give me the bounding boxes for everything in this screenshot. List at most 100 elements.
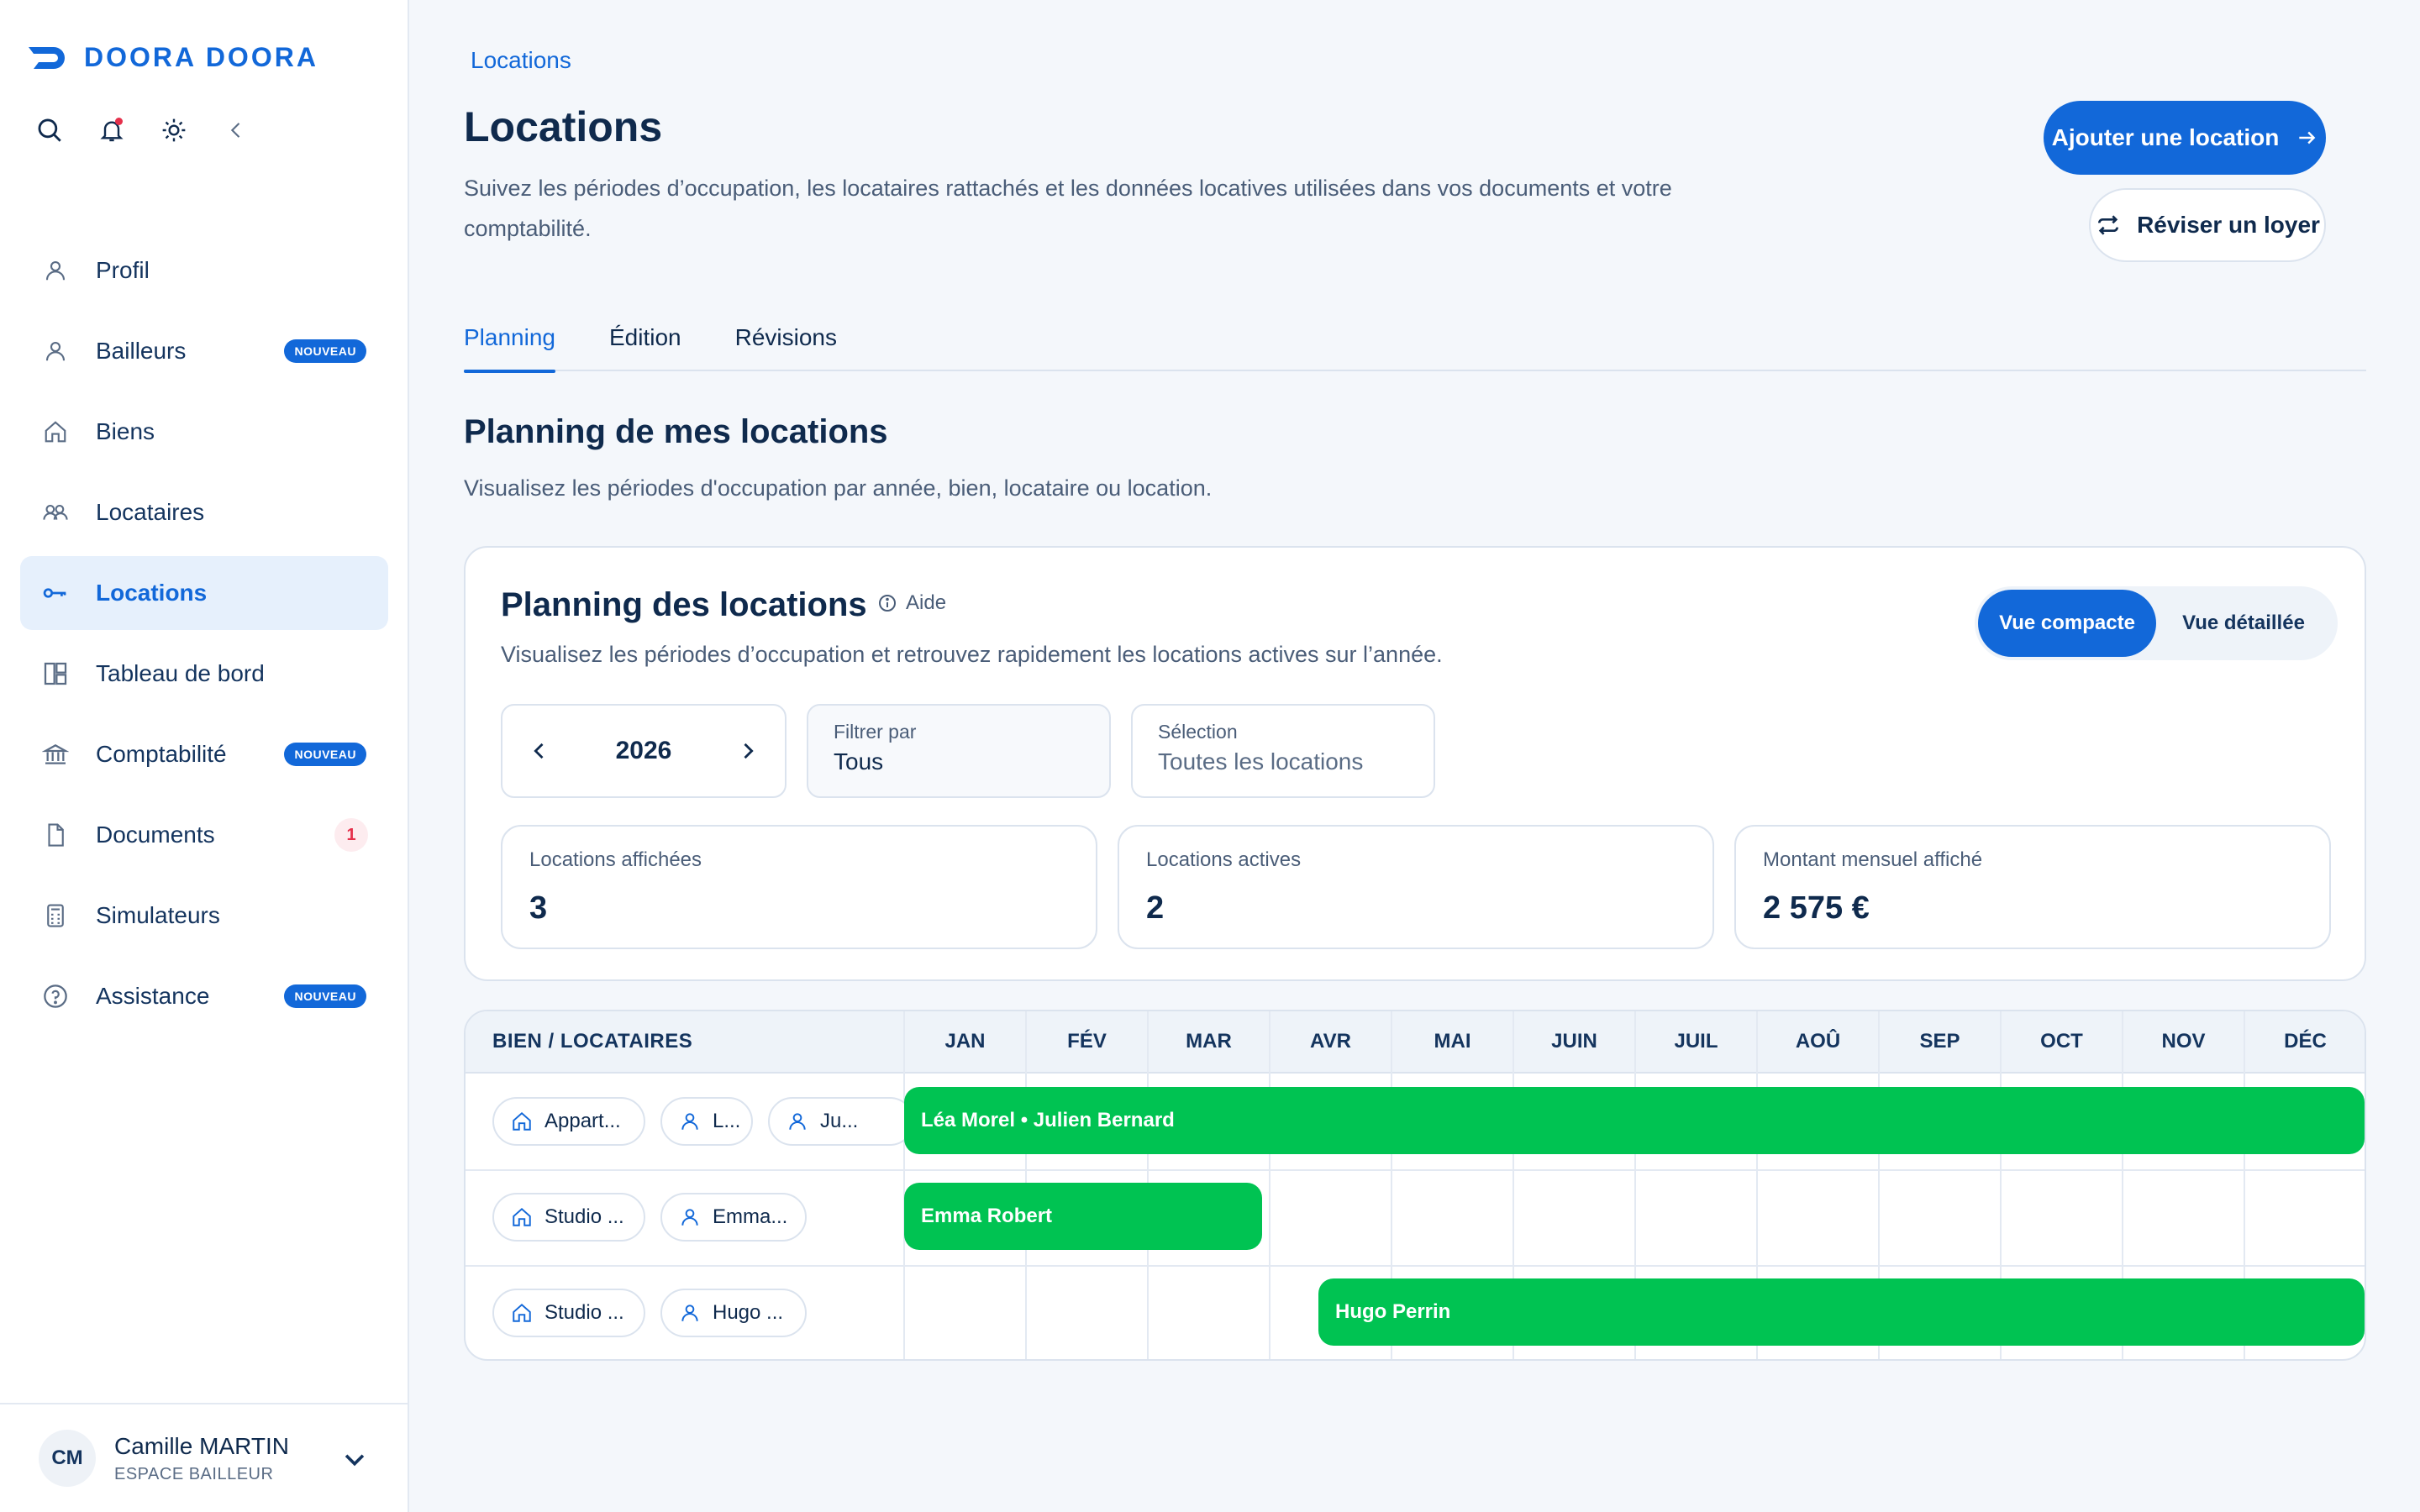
- gantt-header: BIEN / LOCATAIRES JAN FÉV MAR AVR MAI JUIN JUI…: [466, 1011, 2365, 1074]
- filter-value: Tous: [834, 748, 884, 774]
- lease-bar-label: Emma Robert: [921, 1205, 1053, 1227]
- chevron-left-icon: [230, 123, 240, 138]
- arrow-right-icon: [2299, 131, 2316, 144]
- user-menu[interactable]: CM Camille MARTIN ESPACE BAILLEUR: [0, 1403, 408, 1512]
- add-location-label: Ajouter une location: [2051, 124, 2280, 150]
- add-location-button[interactable]: Ajouter une location: [2044, 101, 2326, 175]
- kpi-value: 2: [1146, 890, 1165, 926]
- tenant-chip[interactable]: Ju...: [768, 1097, 914, 1146]
- property-chip[interactable]: Studio ...: [492, 1289, 645, 1337]
- lease-bar[interactable]: Léa Morel • Julien Bernard: [904, 1087, 2365, 1154]
- tab-edition[interactable]: Édition: [609, 312, 681, 371]
- search-button[interactable]: [34, 114, 66, 146]
- month-header: JUIL: [1674, 1030, 1718, 1053]
- tenant-chip[interactable]: Emma...: [660, 1193, 807, 1242]
- selection-select[interactable]: Sélection Toutes les locations: [1131, 704, 1435, 798]
- lease-bar-label: Hugo Perrin: [1335, 1300, 1451, 1323]
- month-header: JAN: [944, 1030, 986, 1053]
- revise-rent-label: Réviser un loyer: [2137, 212, 2320, 238]
- revise-rent-button[interactable]: Réviser un loyer: [2089, 188, 2326, 262]
- property-chip[interactable]: Studio ...: [492, 1193, 645, 1242]
- logo-icon: [29, 46, 65, 69]
- user-icon: [40, 336, 71, 366]
- theme-toggle[interactable]: [158, 114, 190, 146]
- sidebar-item-assistance[interactable]: Assistance NOUVEAU: [20, 959, 388, 1033]
- bank-icon: [40, 739, 71, 769]
- new-badge: NOUVEAU: [284, 743, 366, 766]
- breadcrumb[interactable]: Locations: [471, 47, 571, 74]
- info-icon: [879, 595, 896, 612]
- row-divider: [466, 1265, 2365, 1267]
- sidebar-item-tableau-de-bord[interactable]: Tableau de bord: [20, 637, 388, 711]
- sidebar-item-locataires[interactable]: Locataires: [20, 475, 388, 549]
- month-header: FÉV: [1067, 1030, 1107, 1053]
- sidebar-item-label: Profil: [96, 257, 150, 283]
- tenant-chip[interactable]: L...: [660, 1097, 753, 1146]
- tab-planning[interactable]: Planning: [464, 312, 555, 373]
- new-badge: NOUVEAU: [284, 339, 366, 363]
- documents-count-badge: 1: [334, 818, 368, 852]
- selection-value: Toutes les locations: [1158, 748, 1364, 774]
- kpi-card: Locations affichées 3: [501, 825, 1097, 949]
- grid-line: [2365, 1011, 2366, 1359]
- month-header: NOV: [2161, 1030, 2206, 1053]
- avatar: CM: [39, 1430, 96, 1487]
- home-icon: [511, 1302, 533, 1324]
- kpi-label: Locations affichées: [529, 848, 702, 871]
- section-description: Visualisez les périodes d'occupation par…: [464, 475, 1213, 501]
- home-icon: [511, 1206, 533, 1228]
- kpi-card: Locations actives 2: [1118, 825, 1714, 949]
- month-header: AOÛ: [1795, 1030, 1841, 1053]
- sidebar-item-documents[interactable]: Documents 1: [20, 798, 388, 872]
- property-chip[interactable]: Appart...: [492, 1097, 645, 1146]
- user-icon: [679, 1110, 701, 1132]
- month-header: MAR: [1186, 1030, 1232, 1053]
- section-title: Planning de mes locations: [464, 413, 888, 450]
- tab-revisions[interactable]: Révisions: [735, 312, 837, 371]
- home-icon: [40, 417, 71, 447]
- collapse-sidebar-button[interactable]: [220, 114, 252, 146]
- month-header: DÉC: [2284, 1030, 2327, 1053]
- chip-label: Ju...: [820, 1110, 859, 1132]
- month-header: JUIN: [1551, 1030, 1597, 1053]
- kpi-label: Locations actives: [1146, 848, 1302, 871]
- sidebar-item-simulateurs[interactable]: Simulateurs: [20, 879, 388, 953]
- month-header: MAI: [1434, 1030, 1471, 1053]
- lease-bar[interactable]: Hugo Perrin: [1318, 1278, 2365, 1346]
- sidebar-tools: [34, 114, 252, 146]
- grid-line: [1269, 1011, 1270, 1359]
- user-icon: [679, 1206, 701, 1228]
- user-role: ESPACE BAILLEUR: [114, 1464, 274, 1483]
- sidebar-item-comptabilite[interactable]: Comptabilité NOUVEAU: [20, 717, 388, 791]
- notifications-button[interactable]: [96, 114, 128, 146]
- sidebar-item-bailleurs[interactable]: Bailleurs NOUVEAU: [20, 314, 388, 388]
- tab-bar: Planning Édition Révisions: [464, 312, 2366, 373]
- kpi-value: 3: [529, 890, 548, 926]
- refresh-icon: [2098, 215, 2119, 235]
- sidebar-item-label: Locations: [96, 580, 208, 606]
- chevron-down-icon[interactable]: [340, 1445, 369, 1473]
- planning-card: Planning des locations Aide Visualisez l…: [464, 546, 2366, 981]
- filter-select[interactable]: Filtrer par Tous: [807, 704, 1111, 798]
- view-detailed-button[interactable]: Vue détaillée: [2156, 590, 2331, 657]
- view-compact-button[interactable]: Vue compacte: [1978, 590, 2156, 657]
- brand-logo[interactable]: DOORA DOORA: [25, 42, 318, 73]
- next-year-button[interactable]: [736, 739, 760, 763]
- search-icon: [38, 118, 61, 142]
- sidebar: DOORA DOORA Profil Bailleurs NOUVEAU Bie…: [0, 0, 409, 1512]
- lease-bar[interactable]: Emma Robert: [904, 1183, 1262, 1250]
- home-icon: [511, 1110, 533, 1132]
- chevron-left-icon: [534, 743, 544, 759]
- sidebar-item-label: Biens: [96, 418, 155, 444]
- sidebar-item-profil[interactable]: Profil: [20, 234, 388, 307]
- sidebar-item-biens[interactable]: Biens: [20, 395, 388, 469]
- planning-gantt: BIEN / LOCATAIRES JAN FÉV MAR AVR MAI JUIN JUI…: [464, 1010, 2366, 1361]
- sidebar-item-locations[interactable]: Locations: [20, 556, 388, 630]
- help-link[interactable]: Aide: [877, 591, 946, 615]
- tenant-chip[interactable]: Hugo ...: [660, 1289, 807, 1337]
- previous-year-button[interactable]: [528, 739, 551, 763]
- sidebar-nav: Profil Bailleurs NOUVEAU Biens Locataire…: [20, 234, 388, 1040]
- month-header: AVR: [1310, 1030, 1351, 1053]
- kpi-label: Montant mensuel affiché: [1763, 848, 1983, 871]
- users-icon: [40, 497, 71, 528]
